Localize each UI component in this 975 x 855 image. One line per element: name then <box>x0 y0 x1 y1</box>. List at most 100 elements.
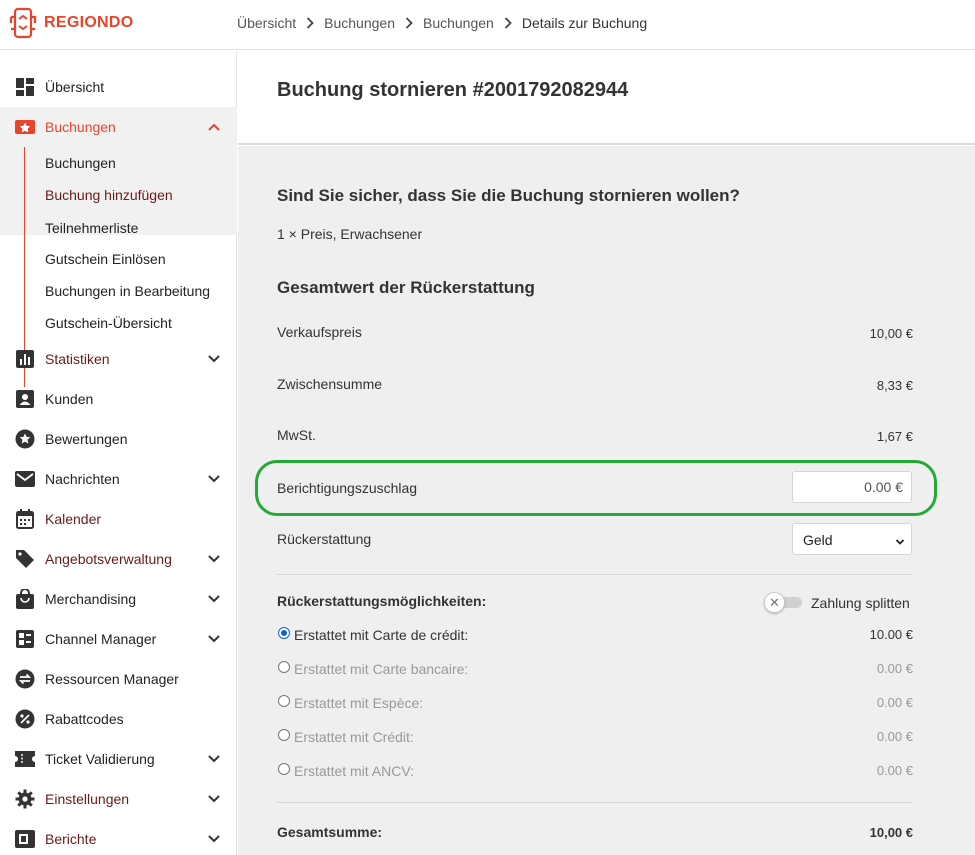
option-label-carte-bancaire: Erstattet mit Carte bancaire: <box>294 661 469 677</box>
percent-icon <box>15 709 35 729</box>
ticket-icon <box>15 749 35 769</box>
confirm-question: Sind Sie sicher, dass Sie die Buchung st… <box>277 186 740 205</box>
refund-type-selected: Geld <box>803 532 833 548</box>
option-value-ancv: 0.00 € <box>876 763 913 778</box>
option-label-ancv: Erstattet mit ANCV: <box>294 763 415 779</box>
breadcrumb-booking-details: Details zur Buchung <box>521 15 648 31</box>
report-icon <box>15 829 35 849</box>
breadcrumb: Übersicht Buchungen Buchungen Details zu… <box>237 15 647 31</box>
tag-icon <box>15 549 35 569</box>
sidebar: Übersicht Buchungen Buchungen Buchung hi… <box>0 51 237 855</box>
gear-icon <box>15 789 35 809</box>
sidebar-item-label: Einstellungen <box>45 791 130 807</box>
sidebar-item-messages[interactable]: Nachrichten <box>0 459 237 499</box>
sidebar-item-offers[interactable]: Angebotsverwaltung <box>0 539 237 579</box>
split-payment-label: Zahlung splitten <box>811 595 910 611</box>
radio-credit[interactable] <box>278 729 290 741</box>
option-value-credit: 0.00 € <box>876 729 913 744</box>
sidebar-item-channel-manager[interactable]: Channel Manager <box>0 619 237 659</box>
mail-icon <box>15 469 35 489</box>
top-bar: REGIONDO Übersicht Buchungen Buchungen D… <box>0 0 975 50</box>
sidebar-item-statistics[interactable]: Statistiken <box>0 339 237 379</box>
option-value-carte-de-credit: 10.00 € <box>869 627 913 642</box>
chevron-down-icon <box>207 792 221 806</box>
option-label-espece: Erstattet mit Espèce: <box>294 695 424 711</box>
divider <box>277 574 913 575</box>
sidebar-item-label: Angebotsverwaltung <box>45 551 172 567</box>
page-title: Buchung stornieren #2001792082944 <box>277 79 629 101</box>
sidebar-item-label: Berichte <box>45 831 97 847</box>
divider <box>277 802 913 803</box>
sidebar-item-resource-manager[interactable]: Ressourcen Manager <box>0 659 237 699</box>
close-icon: ✕ <box>764 592 785 613</box>
sidebar-item-label: Kunden <box>45 391 94 407</box>
radio-espece[interactable] <box>278 695 290 707</box>
swap-icon <box>15 669 35 689</box>
chevron-down-icon <box>207 472 221 486</box>
refund-type-label: Rückerstattung <box>277 531 372 547</box>
customer-icon <box>15 389 35 409</box>
sidebar-item-reports[interactable]: Berichte <box>0 819 237 855</box>
row-label-sale-price: Verkaufspreis <box>277 324 362 340</box>
shopping-bag-icon <box>15 589 35 609</box>
sidebar-item-ticket-validation[interactable]: Ticket Validierung <box>0 739 237 779</box>
sidebar-sub-item-pending-bookings[interactable]: Buchungen in Bearbeitung <box>45 283 210 299</box>
sidebar-sub-item-redeem-voucher[interactable]: Gutschein Einlösen <box>45 251 166 267</box>
sidebar-item-label: Merchandising <box>45 591 137 607</box>
sidebar-item-label: Rabattcodes <box>45 711 124 727</box>
sidebar-item-reviews[interactable]: Bewertungen <box>0 419 237 459</box>
sidebar-item-merchandising[interactable]: Merchandising <box>0 579 237 619</box>
radio-carte-bancaire[interactable] <box>278 661 290 673</box>
adjustment-label: Berichtigungszuschlag <box>277 480 418 496</box>
option-label-carte-de-credit: Erstattet mit Carte de crédit: <box>294 627 469 643</box>
row-value-subtotal: 8,33 € <box>876 378 913 393</box>
refund-heading: Gesamtwert der Rückerstattung <box>277 278 535 297</box>
sidebar-item-label: Statistiken <box>45 351 110 367</box>
line-item: 1 × Preis, Erwachsener <box>277 226 423 242</box>
sidebar-item-label: Channel Manager <box>45 631 157 647</box>
sidebar-sub-item-participants[interactable]: Teilnehmerliste <box>45 220 138 236</box>
sidebar-item-discount-codes[interactable]: Rabattcodes <box>0 699 237 739</box>
row-value-sale-price: 10,00 € <box>869 326 913 341</box>
split-payment-toggle[interactable]: ✕ <box>764 592 802 613</box>
page-header: Buchung stornieren #2001792082944 <box>238 51 975 145</box>
chevron-down-icon <box>895 534 905 550</box>
sidebar-sub-item-voucher-overview[interactable]: Gutschein-Übersicht <box>45 315 172 331</box>
sidebar-item-label: Ticket Validierung <box>45 751 155 767</box>
sidebar-item-settings[interactable]: Einstellungen <box>0 779 237 819</box>
chevron-up-icon <box>207 120 221 134</box>
sidebar-item-label: Kalender <box>45 511 102 527</box>
breadcrumb-bookings-list[interactable]: Buchungen <box>423 15 494 31</box>
chevron-right-icon <box>306 17 314 29</box>
brand-name: REGIONDO <box>44 14 134 31</box>
chevron-down-icon <box>207 552 221 566</box>
sidebar-sub-item-add-booking[interactable]: Buchung hinzufügen <box>45 187 173 203</box>
channel-icon <box>15 629 35 649</box>
sidebar-sub-item-bookings[interactable]: Buchungen <box>45 155 116 171</box>
radio-ancv[interactable] <box>278 763 290 775</box>
breadcrumb-overview[interactable]: Übersicht <box>237 15 296 31</box>
total-value: 10,00 € <box>869 825 913 840</box>
statistics-icon <box>15 349 35 369</box>
row-label-vat: MwSt. <box>277 427 316 443</box>
breadcrumb-bookings[interactable]: Buchungen <box>324 15 395 31</box>
refund-type-select[interactable]: Geld <box>792 523 912 555</box>
radio-carte-de-credit[interactable] <box>278 627 290 639</box>
sidebar-item-calendar[interactable]: Kalender <box>0 499 237 539</box>
row-label-subtotal: Zwischensumme <box>277 376 383 392</box>
adjustment-input[interactable]: 0.00 € <box>792 471 912 503</box>
calendar-icon <box>15 509 35 529</box>
option-label-credit: Erstattet mit Crédit: <box>294 729 414 745</box>
chevron-right-icon <box>405 17 413 29</box>
refund-options-heading: Rückerstattungsmöglichkeiten: <box>277 593 487 609</box>
total-label: Gesamtsumme: <box>277 824 383 840</box>
sidebar-item-bookings[interactable]: Buchungen <box>0 107 237 147</box>
chevron-down-icon <box>207 752 221 766</box>
sidebar-item-overview[interactable]: Übersicht <box>0 67 237 107</box>
sidebar-item-label: Buchungen <box>45 119 116 135</box>
dashboard-icon <box>15 77 35 97</box>
option-value-espece: 0.00 € <box>876 695 913 710</box>
sidebar-item-customers[interactable]: Kunden <box>0 379 237 419</box>
brand-logo[interactable]: REGIONDO <box>8 6 134 40</box>
row-value-vat: 1,67 € <box>876 429 913 444</box>
